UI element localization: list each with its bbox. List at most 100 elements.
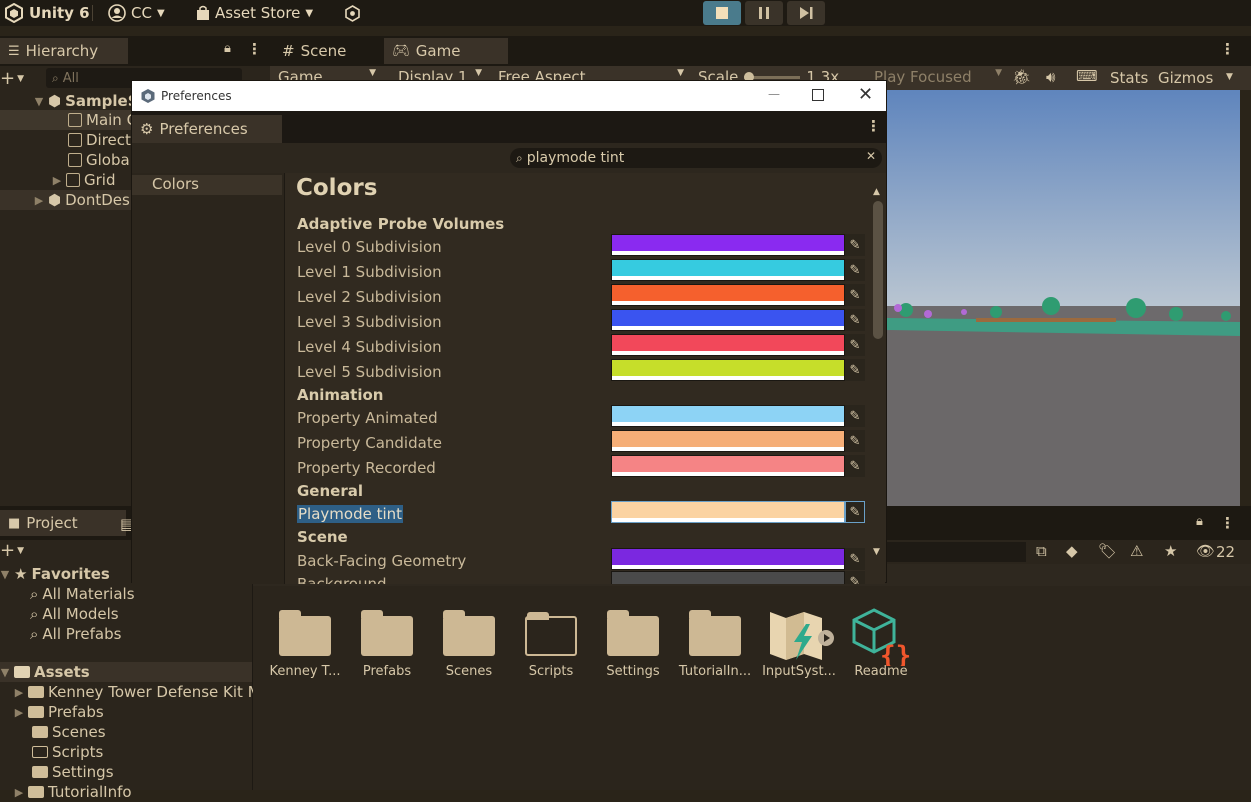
scrollbar[interactable]: ▲ ▼: [871, 187, 885, 561]
color-field[interactable]: [611, 309, 845, 331]
scroll-down-icon[interactable]: ▼: [873, 547, 880, 557]
collapsed-arrow-icon[interactable]: ▶: [14, 786, 24, 799]
tab-game[interactable]: 🎮︎ Game: [384, 38, 508, 64]
color-field[interactable]: [611, 334, 845, 356]
search-filter-icon[interactable]: ⧉: [1036, 542, 1047, 560]
scrollbar-thumb[interactable]: [873, 201, 883, 339]
maximize-icon[interactable]: [812, 89, 824, 101]
tree-item-global-volume[interactable]: Globa: [68, 150, 130, 170]
window-titlebar[interactable]: Preferences — ✕: [132, 81, 886, 111]
lock-icon[interactable]: 🔒︎: [224, 41, 231, 56]
eyedropper-icon[interactable]: ✎: [845, 234, 865, 256]
asset-folder-scenes[interactable]: Scenes: [428, 608, 510, 679]
tab-preferences[interactable]: ⚙ Preferences: [132, 115, 282, 143]
filter-by-type-icon[interactable]: ◆: [1066, 542, 1078, 560]
stats-button[interactable]: Stats: [1110, 69, 1148, 87]
asset-folder-settings[interactable]: Settings: [592, 608, 674, 679]
asset-readme[interactable]: {} Readme: [840, 608, 922, 679]
asset-folder-kenney[interactable]: Kenney T...: [264, 608, 346, 679]
tab-hierarchy[interactable]: ☰ Hierarchy: [0, 38, 128, 64]
eyedropper-icon[interactable]: ✎: [845, 405, 865, 427]
asset-folder-item[interactable]: Settings: [32, 762, 114, 782]
eyedropper-icon[interactable]: ✎: [845, 548, 865, 570]
cloud-services-button[interactable]: [344, 3, 361, 23]
asset-folder-item[interactable]: Scripts: [32, 742, 103, 762]
unity-menu[interactable]: Unity 6: [4, 3, 90, 23]
clear-search-icon[interactable]: ✕: [866, 149, 876, 163]
color-field[interactable]: [611, 284, 845, 306]
more-options-icon[interactable]: ⋮: [1220, 514, 1235, 532]
color-field[interactable]: [611, 259, 845, 281]
close-icon[interactable]: ✕: [858, 84, 873, 105]
asset-folder-item[interactable]: ▶ Kenney Tower Defense Kit M: [14, 682, 261, 702]
filter-by-label-icon[interactable]: 🏷︎: [1098, 542, 1117, 560]
color-field[interactable]: [611, 359, 845, 381]
keyboard-icon[interactable]: ⌨: [1076, 67, 1098, 85]
bug-icon[interactable]: 🐞︎: [1012, 68, 1031, 86]
asset-folder-prefabs[interactable]: Prefabs: [346, 608, 428, 679]
tree-assets[interactable]: ▼ Assets: [0, 662, 252, 682]
minimize-icon[interactable]: —: [768, 87, 780, 101]
lock-icon[interactable]: 🔒︎: [1196, 514, 1203, 529]
tree-item-grid[interactable]: ▶ Grid: [52, 170, 116, 190]
eyedropper-icon[interactable]: ✎: [845, 309, 865, 331]
color-field[interactable]: [611, 455, 845, 477]
asset-store-dropdown[interactable]: Asset Store ▼: [196, 3, 313, 23]
color-field[interactable]: [611, 405, 845, 427]
tree-favorites[interactable]: ▼ ★ Favorites: [0, 564, 110, 584]
tree-item-scene[interactable]: ▼ ⬢ SampleS: [34, 91, 139, 111]
gizmos-button[interactable]: Gizmos: [1158, 69, 1213, 87]
project-search-input[interactable]: [886, 542, 1026, 562]
asset-folder-scripts[interactable]: Scripts: [510, 608, 592, 679]
favorite-star-icon[interactable]: ★: [1164, 542, 1177, 560]
color-field[interactable]: [611, 548, 845, 570]
scroll-up-icon[interactable]: ▲: [873, 187, 880, 197]
chevron-down-icon[interactable]: ▼: [1226, 72, 1233, 82]
create-button[interactable]: + ▼: [0, 68, 24, 89]
eyedropper-icon[interactable]: ✎: [845, 455, 865, 477]
collapsed-arrow-icon[interactable]: ▶: [34, 194, 44, 207]
color-field[interactable]: [611, 234, 845, 256]
eyedropper-icon[interactable]: ✎: [845, 334, 865, 356]
asset-folder-item[interactable]: Scenes: [32, 722, 106, 742]
play-focused-dropdown[interactable]: Play Focused ▼: [872, 68, 1004, 90]
collapsed-arrow-icon[interactable]: ▶: [14, 686, 24, 699]
tab-project[interactable]: ■ Project: [0, 510, 126, 536]
asset-folder-item[interactable]: ▶ Prefabs: [14, 702, 104, 722]
slider-track[interactable]: [744, 71, 801, 82]
color-field[interactable]: [611, 501, 845, 523]
favorite-item[interactable]: ⌕ All Models: [30, 604, 119, 624]
expand-arrow-icon[interactable]: ▼: [0, 568, 10, 581]
create-asset-button[interactable]: + ▼: [0, 540, 24, 561]
eyedropper-icon[interactable]: ✎: [845, 501, 865, 523]
color-field[interactable]: [611, 430, 845, 452]
account-dropdown[interactable]: CC ▼: [108, 3, 165, 23]
tab-scene[interactable]: # Scene: [274, 38, 354, 64]
asset-inputsystem[interactable]: InputSyst...: [758, 608, 840, 679]
sidebar-item-colors[interactable]: Colors: [132, 175, 282, 195]
eyedropper-icon[interactable]: ✎: [845, 571, 865, 584]
eyedropper-icon[interactable]: ✎: [845, 359, 865, 381]
audio-mute-icon[interactable]: 🔊︎: [1046, 68, 1055, 86]
more-options-icon[interactable]: ⋮: [247, 40, 262, 58]
more-options-icon[interactable]: ⋮: [866, 117, 881, 135]
collapsed-arrow-icon[interactable]: ▶: [52, 174, 62, 187]
color-field[interactable]: [611, 571, 845, 584]
visibility-icon[interactable]: 👁︎: [1196, 542, 1215, 560]
asset-folder-tutorialinfo[interactable]: TutorialIn...: [674, 608, 756, 679]
eyedropper-icon[interactable]: ✎: [845, 284, 865, 306]
play-stop-button[interactable]: [703, 1, 741, 25]
step-button[interactable]: [787, 1, 825, 25]
tree-item-directional-light[interactable]: Direct: [68, 130, 131, 150]
expand-arrow-icon[interactable]: ▼: [0, 666, 10, 679]
expand-arrow-icon[interactable]: ▼: [34, 95, 44, 108]
pause-button[interactable]: [745, 1, 783, 25]
preferences-search-input[interactable]: ⌕ playmode tint ✕: [510, 148, 882, 168]
asset-folder-item[interactable]: ▶ TutorialInfo: [14, 782, 132, 802]
eyedropper-icon[interactable]: ✎: [845, 259, 865, 281]
warning-icon[interactable]: ⚠︎: [1130, 542, 1143, 560]
eyedropper-icon[interactable]: ✎: [845, 430, 865, 452]
collapsed-arrow-icon[interactable]: ▶: [14, 706, 24, 719]
favorite-item[interactable]: ⌕ All Materials: [30, 584, 135, 604]
more-options-icon[interactable]: ⋮: [1220, 40, 1235, 58]
